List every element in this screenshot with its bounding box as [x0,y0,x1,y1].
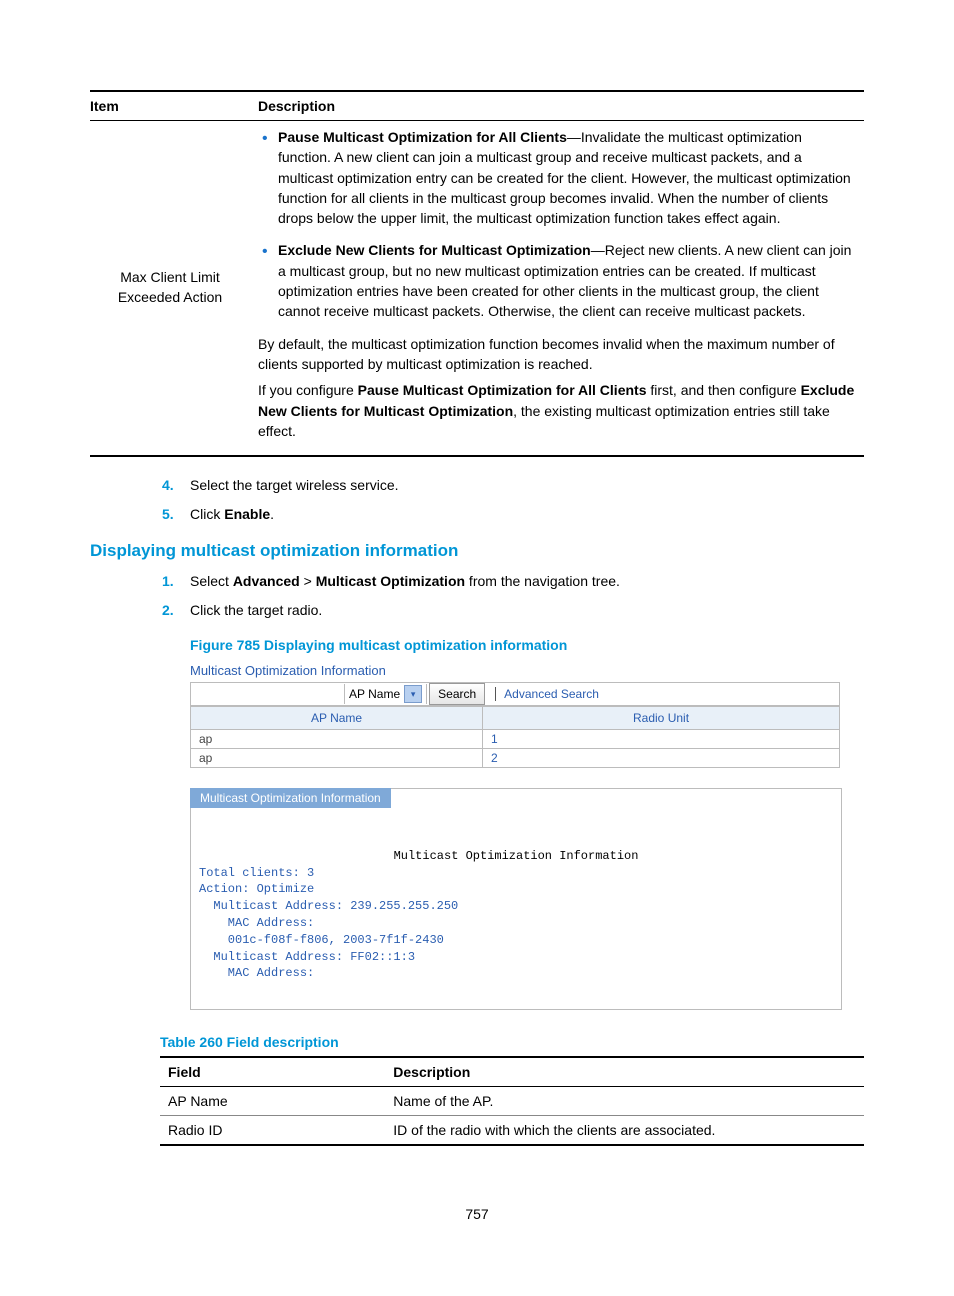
ap-radio-table: AP Name Radio Unit ap 1 ap 2 [190,706,840,768]
col-description: Description [385,1057,864,1087]
page-number: 757 [90,1206,864,1222]
field-row: Radio ID ID of the radio with which the … [160,1115,864,1145]
screenshot-title: Multicast Optimization Information [190,659,840,683]
search-bar: AP Name ▾ Search Advanced Search [190,683,840,706]
info-panel: Multicast Optimization Information Multi… [190,788,842,1010]
filter-select[interactable]: AP Name ▾ [345,684,427,704]
field-description-table: Field Description AP Name Name of the AP… [160,1056,864,1146]
steps-continue: 4. Select the target wireless service. 5… [90,475,864,525]
search-button[interactable]: Search [429,683,485,705]
col-desc-header: Description [258,91,864,121]
advanced-search-link[interactable]: Advanced Search [495,687,599,701]
steps-display: 1. Select Advanced > Multicast Optimizat… [90,571,864,621]
info-center-title: Multicast Optimization Information [199,848,833,865]
bullet-2: Exclude New Clients for Multicast Optimi… [278,240,856,321]
item-description: Pause Multicast Optimization for All Cli… [258,121,864,457]
table-row[interactable]: ap 1 [191,730,840,749]
para-default: By default, the multicast optimization f… [258,334,856,375]
table-caption: Table 260 Field description [160,1034,864,1050]
section-heading: Displaying multicast optimization inform… [90,541,864,561]
field-row: AP Name Name of the AP. [160,1086,864,1115]
col-item-header: Item [90,91,258,121]
col-radio-unit: Radio Unit [483,707,840,730]
screenshot-panel: Multicast Optimization Information AP Na… [190,659,864,768]
chevron-down-icon: ▾ [404,685,422,703]
step-2: 2. Click the target radio. [190,600,864,621]
item-label: Max Client Limit Exceeded Action [90,121,258,457]
info-tab[interactable]: Multicast Optimization Information [190,788,391,808]
table-row[interactable]: ap 2 [191,749,840,768]
step-4: 4. Select the target wireless service. [190,475,864,496]
main-description-table: Item Description Max Client Limit Exceed… [90,90,864,457]
search-input[interactable] [191,684,345,704]
bullet-1: Pause Multicast Optimization for All Cli… [278,127,856,228]
para-configure-both: If you configure Pause Multicast Optimiz… [258,380,856,441]
info-body-text: Total clients: 3 Action: Optimize Multic… [199,866,458,981]
figure-caption: Figure 785 Displaying multicast optimiza… [190,637,864,653]
step-1: 1. Select Advanced > Multicast Optimizat… [190,571,864,592]
col-ap-name: AP Name [191,707,483,730]
step-5: 5. Click Enable. [190,504,864,525]
col-field: Field [160,1057,385,1087]
